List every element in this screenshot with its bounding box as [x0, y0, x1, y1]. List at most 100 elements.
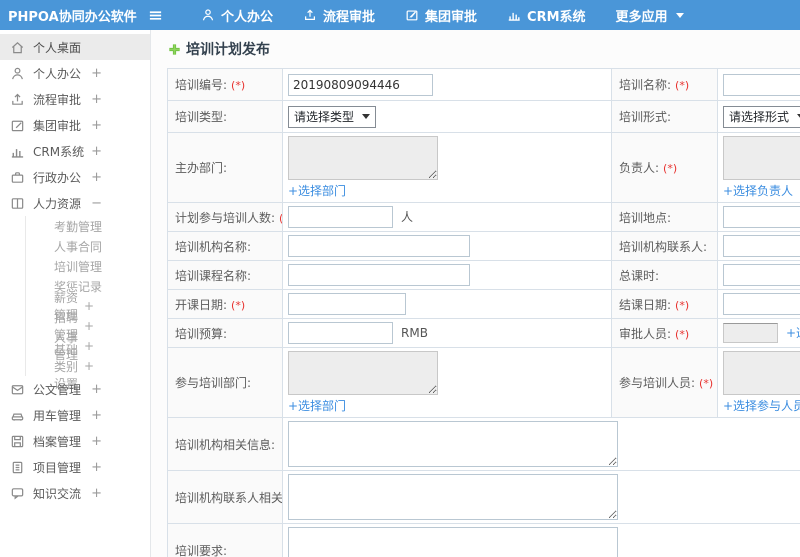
expand-icon[interactable]: +: [91, 434, 102, 449]
expand-icon[interactable]: +: [91, 486, 102, 501]
org-contact-info-label: 培训机构联系人相关信息:: [167, 470, 283, 524]
start-date-input[interactable]: [288, 293, 406, 315]
sidebar-subitem-recruiting[interactable]: 招聘管理 +: [26, 311, 150, 342]
expand-icon[interactable]: +: [91, 66, 102, 81]
org-name-input[interactable]: [288, 235, 470, 257]
location-input[interactable]: [723, 206, 800, 228]
hr-book-icon: [10, 196, 25, 211]
location-label: 培训地点:: [611, 202, 718, 232]
org-info-textarea[interactable]: [288, 421, 618, 467]
topbar: PHPOA协同办公软件 个人办公 流程审批 集团审批 CRM系统 更多应用: [0, 0, 800, 30]
sidebar-subitem-base-categories[interactable]: 基础类别设置 +: [26, 343, 150, 391]
sidebar-item-documents[interactable]: 公文管理 +: [0, 376, 150, 402]
join-people-label: 参与培训人员: (*): [611, 347, 718, 418]
nav-item-group-approval[interactable]: 集团审批: [390, 0, 492, 30]
select-dept-link[interactable]: +选择部门: [288, 182, 346, 199]
sidebar-item-desktop[interactable]: 个人桌面: [0, 34, 150, 60]
budget-label: 培训预算:: [167, 318, 283, 348]
sidebar-subitem-personnel[interactable]: 人事管理 +: [26, 331, 150, 362]
sidebar-item-workflow-approval[interactable]: 流程审批 +: [0, 86, 150, 112]
sidebar-item-hr[interactable]: 人力资源 −: [0, 190, 150, 216]
required-mark: (*): [279, 212, 281, 225]
page-title: 培训计划发布: [186, 42, 270, 58]
nav-item-more-apps[interactable]: 更多应用: [601, 0, 699, 30]
expand-icon[interactable]: +: [91, 144, 102, 159]
expand-icon[interactable]: +: [84, 339, 94, 353]
sidebar-item-projects[interactable]: 项目管理 +: [0, 454, 150, 480]
caret-down-icon: [362, 114, 371, 119]
briefcase-icon: [10, 170, 25, 185]
training-form-select[interactable]: 请选择形式: [723, 105, 800, 128]
home-icon: [10, 40, 25, 55]
sidebar-subitem-salary[interactable]: 薪资管理 +: [26, 291, 150, 322]
training-plan-form: 培训编号:(*) 培训名称:(*) 培训类型: 请选择类型 培训形式: 请选择: [167, 68, 800, 557]
sidebar: 个人桌面 个人办公 + 流程审批 + 集团审批 + CRM系统 + 行政办公 +: [0, 30, 151, 557]
join-depts-label: 参与培训部门:: [167, 347, 283, 418]
app-title: PHPOA协同办公软件: [8, 9, 137, 25]
requirements-label: 培训要求:: [167, 523, 283, 557]
sidebar-subitem-training[interactable]: 培训管理: [26, 256, 150, 276]
planned-count-input[interactable]: [288, 206, 393, 228]
org-info-label: 培训机构相关信息:: [167, 417, 283, 471]
course-name-input[interactable]: [288, 264, 470, 286]
training-no-input[interactable]: [288, 73, 433, 96]
sidebar-item-archives[interactable]: 档案管理 +: [0, 428, 150, 454]
nav-item-crm[interactable]: CRM系统: [492, 0, 601, 30]
join-people-textarea[interactable]: [723, 351, 800, 395]
nav-item-workflow-approval[interactable]: 流程审批: [288, 0, 390, 30]
expand-icon[interactable]: +: [91, 408, 102, 423]
training-name-label: 培训名称: (*): [611, 68, 718, 101]
collapse-icon[interactable]: −: [91, 196, 102, 211]
host-dept-textarea[interactable]: [288, 136, 438, 180]
expand-icon[interactable]: +: [91, 460, 102, 475]
expand-icon[interactable]: +: [91, 382, 102, 397]
expand-icon[interactable]: +: [84, 319, 94, 333]
sidebar-item-vehicles[interactable]: 用车管理 +: [0, 402, 150, 428]
org-contact-input[interactable]: [723, 235, 800, 257]
expand-icon[interactable]: +: [91, 118, 102, 133]
select-approver-link[interactable]: +选择审批人员: [786, 326, 800, 340]
sidebar-item-admin-office[interactable]: 行政办公 +: [0, 164, 150, 190]
sidebar-item-crm[interactable]: CRM系统 +: [0, 138, 150, 164]
training-no-label: 培训编号: (*): [167, 68, 283, 101]
training-name-input[interactable]: [723, 73, 800, 96]
select-join-people-link[interactable]: +选择参与人员: [723, 397, 800, 414]
sidebar-item-personal-office[interactable]: 个人办公 +: [0, 60, 150, 86]
caret-down-icon: [675, 12, 684, 18]
end-date-input[interactable]: [723, 293, 800, 315]
required-mark: (*): [675, 327, 690, 341]
user-icon: [201, 8, 215, 22]
notebook-icon: [10, 460, 25, 475]
join-depts-textarea[interactable]: [288, 351, 438, 395]
training-type-select[interactable]: 请选择类型: [288, 105, 377, 128]
expand-icon[interactable]: +: [84, 299, 94, 313]
user-icon: [10, 66, 25, 81]
nav-item-personal-office[interactable]: 个人办公: [186, 0, 288, 30]
top-nav: 个人办公 流程审批 集团审批 CRM系统 更多应用: [186, 0, 699, 30]
currency-suffix: RMB: [401, 325, 428, 340]
sidebar-subitem-attendance[interactable]: 考勤管理: [26, 216, 150, 236]
approver-input[interactable]: [723, 323, 778, 343]
sidebar-subitem-hr-contract[interactable]: 人事合同: [26, 236, 150, 256]
select-leader-link[interactable]: +选择负责人: [723, 182, 793, 199]
org-contact-info-textarea[interactable]: [288, 474, 618, 520]
edit-icon: [405, 8, 419, 22]
total-hours-input[interactable]: [723, 264, 800, 286]
expand-icon[interactable]: +: [91, 170, 102, 185]
hamburger-menu-icon[interactable]: [142, 0, 168, 30]
nav-label: 流程审批: [323, 9, 376, 25]
org-name-label: 培训机构名称:: [167, 231, 283, 261]
expand-icon[interactable]: +: [84, 359, 94, 373]
sidebar-item-group-approval[interactable]: 集团审批 +: [0, 112, 150, 138]
budget-input[interactable]: [288, 322, 393, 344]
sidebar-item-knowledge[interactable]: 知识交流 +: [0, 480, 150, 506]
requirements-textarea[interactable]: [288, 527, 618, 557]
training-form-label: 培训形式:: [611, 100, 718, 133]
expand-icon[interactable]: +: [91, 92, 102, 107]
leader-textarea[interactable]: [723, 136, 800, 180]
upload-icon: [10, 92, 25, 107]
sidebar-subitem-rewards[interactable]: 奖惩记录: [26, 276, 150, 296]
planned-count-label: 计划参与培训人数:(*): [167, 202, 283, 232]
select-join-dept-link[interactable]: +选择部门: [288, 397, 346, 414]
add-icon: [167, 42, 182, 57]
